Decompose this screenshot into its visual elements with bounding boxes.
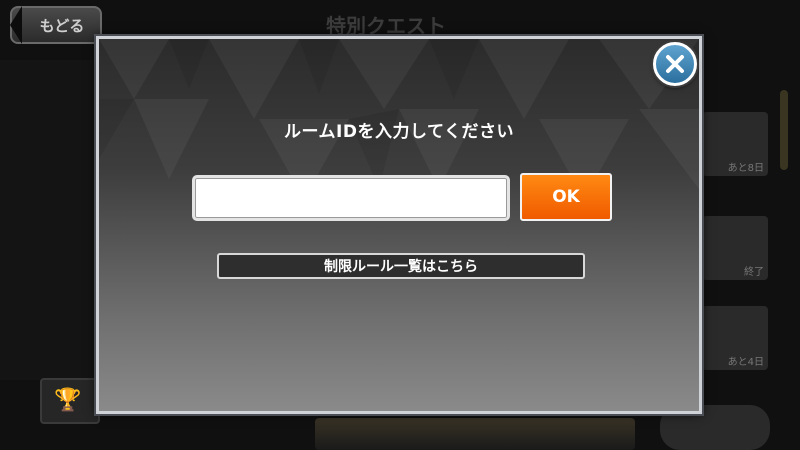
close-button[interactable] (653, 42, 697, 86)
event-card-tag: あと4日 (727, 357, 764, 368)
event-card-tag: 終了 (744, 267, 764, 278)
room-id-dialog: ルームIDを入力してください OK 制限ルール一覧はこちら (96, 36, 702, 414)
background-quest-list (0, 60, 96, 380)
event-card-tag: あと8日 (727, 163, 764, 174)
back-button-label: もどる (39, 16, 85, 35)
room-id-input[interactable] (192, 175, 510, 221)
background-event-cards: あと8日 終了 あと4日 (700, 60, 800, 450)
dialog-title: ルームIDを入力してください (284, 122, 514, 142)
background-banner (315, 418, 635, 450)
close-x-icon (666, 55, 684, 73)
rules-list-label: 制限ルール一覧はこちら (324, 259, 478, 275)
trophy-button[interactable]: 🏆 (40, 378, 100, 424)
event-card[interactable]: あと8日 (702, 112, 768, 176)
ok-button[interactable]: OK (520, 173, 612, 221)
rules-list-button[interactable]: 制限ルール一覧はこちら (217, 253, 585, 279)
event-card[interactable]: あと4日 (702, 306, 768, 370)
back-button[interactable]: もどる (10, 6, 102, 44)
ok-button-label: OK (552, 187, 580, 207)
trophy-icon: 🏆 (54, 388, 82, 413)
event-card[interactable]: 終了 (702, 216, 768, 280)
